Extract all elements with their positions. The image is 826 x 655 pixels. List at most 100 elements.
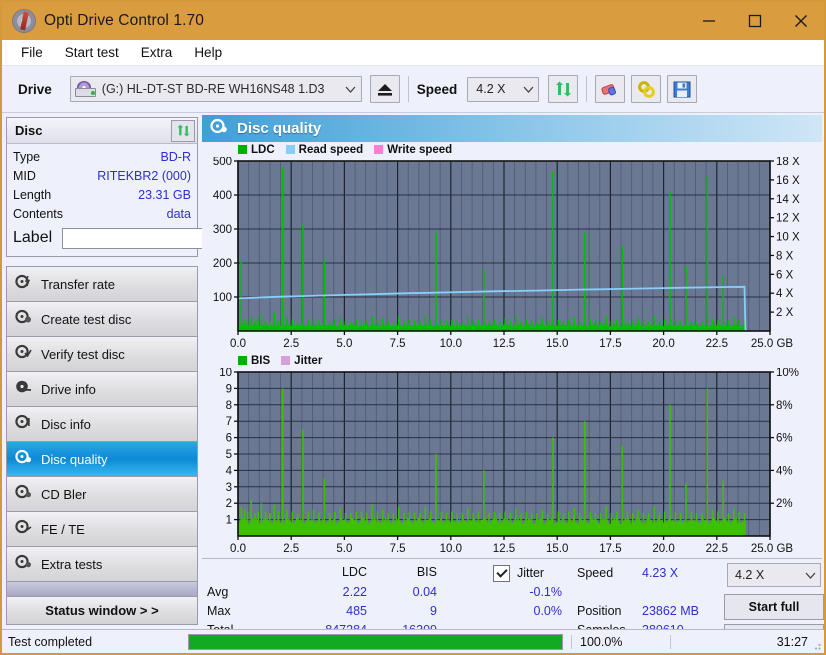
sidebar-label: FE / TE — [41, 522, 85, 537]
legend-top: LDC Read speed Write speed — [202, 142, 822, 157]
disc-bler-icon — [15, 484, 32, 504]
disc-info-icon — [15, 414, 32, 434]
stats-avg-ldc: 2.22 — [307, 585, 367, 599]
svg-text:10.0: 10.0 — [440, 543, 462, 555]
menu-extra[interactable]: Extra — [130, 43, 184, 62]
sidebar-label: Verify test disc — [41, 347, 125, 362]
speed-value: 4.2 X — [468, 82, 518, 96]
svg-text:5.0: 5.0 — [336, 543, 352, 555]
sidebar-item-cd-bler[interactable]: CD Bler — [7, 477, 197, 512]
disc-value-type: BD-R — [160, 150, 191, 164]
plot-ldc-readspeed[interactable]: 1002003004005002 X4 X6 X8 X10 X12 X14 X1… — [202, 157, 822, 353]
speed-select[interactable]: 4.2 X — [467, 77, 539, 102]
elapsed-time: 31:27 — [670, 635, 824, 649]
disc-key-contents: Contents — [13, 207, 63, 221]
svg-text:10 X: 10 X — [776, 232, 800, 244]
disc-transfer-icon — [15, 274, 32, 294]
svg-text:7.5: 7.5 — [390, 543, 406, 555]
erase-button[interactable] — [595, 75, 625, 103]
disc-fete-icon — [15, 519, 32, 539]
svg-text:1: 1 — [226, 515, 232, 527]
progress-percent: 100.0% — [571, 635, 670, 649]
eject-button[interactable] — [370, 75, 400, 103]
menu-start-test[interactable]: Start test — [54, 43, 130, 62]
speed-label: Speed — [417, 82, 458, 97]
legend-label-ldc: LDC — [251, 144, 275, 156]
chevron-down-icon — [800, 572, 820, 579]
sidebar-label: Extra tests — [41, 557, 102, 572]
svg-text:400: 400 — [213, 190, 232, 202]
chevron-down-icon — [518, 86, 538, 93]
svg-text:6: 6 — [226, 433, 232, 445]
legend-bottom: BIS Jitter — [202, 353, 822, 368]
legend-swatch-jitter — [281, 356, 290, 365]
minimize-button[interactable] — [686, 2, 732, 40]
sidebar-label: CD Bler — [41, 487, 87, 502]
disc-panel-title: Disc — [15, 123, 171, 138]
start-full-button[interactable]: Start full — [724, 594, 824, 620]
sidebar-item-create-test-disc[interactable]: Create test disc — [7, 302, 197, 337]
menu-file[interactable]: File — [10, 43, 54, 62]
svg-text:3: 3 — [226, 482, 232, 494]
disc-value-length: 23.31 GB — [138, 188, 191, 202]
svg-text:25.0 GB: 25.0 GB — [751, 338, 794, 350]
close-button[interactable] — [778, 2, 824, 40]
svg-text:0.0: 0.0 — [230, 543, 246, 555]
stats-max-bis: 9 — [377, 604, 437, 618]
app-icon — [12, 9, 36, 33]
charts-area: LDC Read speed Write speed 1002003004005… — [202, 142, 822, 558]
sidebar-item-fe-te[interactable]: FE / TE — [7, 512, 197, 547]
svg-text:4%: 4% — [776, 465, 793, 477]
svg-text:100: 100 — [213, 292, 232, 304]
stats-avg-bis: 0.04 — [377, 585, 437, 599]
disc-row-contents: Contents data — [13, 204, 191, 223]
plot-top-wrap: 1002003004005002 X4 X6 X8 X10 X12 X14 X1… — [202, 157, 822, 353]
disc-verify-icon — [15, 344, 32, 364]
sidebar-label: Create test disc — [41, 312, 131, 327]
settings-button[interactable] — [631, 75, 661, 103]
svg-text:300: 300 — [213, 224, 232, 236]
status-window-label: Status window > > — [45, 603, 158, 618]
svg-text:12.5: 12.5 — [493, 338, 515, 350]
disc-value-mid: RITEKBR2 (000) — [97, 169, 191, 183]
legend-ldc: LDC — [238, 144, 275, 156]
title-bar: Opti Drive Control 1.70 — [2, 2, 824, 40]
sidebar-item-disc-quality[interactable]: Disc quality — [7, 442, 197, 477]
menu-help[interactable]: Help — [183, 43, 233, 62]
refresh-speed-button[interactable] — [548, 75, 578, 103]
sidebar-label: Drive info — [41, 382, 96, 397]
svg-text:8%: 8% — [776, 400, 793, 412]
disc-create-icon — [15, 309, 32, 329]
resize-grip-icon — [811, 640, 821, 650]
sidebar-item-transfer-rate[interactable]: Transfer rate — [7, 267, 197, 302]
disc-row-type: Type BD-R — [13, 147, 191, 166]
maximize-button[interactable] — [732, 2, 778, 40]
svg-text:17.5: 17.5 — [599, 543, 621, 555]
jitter-checkbox[interactable] — [493, 565, 510, 582]
legend-swatch-ldc — [238, 145, 247, 154]
test-speed-value: 4.2 X — [728, 568, 800, 582]
disc-refresh-button[interactable] — [171, 120, 195, 142]
disc-info-panel: Type BD-R MID RITEKBR2 (000) Length 23.3… — [6, 143, 198, 257]
sidebar-item-drive-info[interactable]: Drive info — [7, 372, 197, 407]
status-window-button[interactable]: Status window > > — [6, 597, 198, 625]
sidebar-item-disc-info[interactable]: Disc info — [7, 407, 197, 442]
plot-bis-jitter[interactable]: 123456789102%4%6%8%10%0.02.55.07.510.012… — [202, 368, 822, 558]
start-full-label: Start full — [749, 600, 800, 614]
sidebar-label: Disc info — [41, 417, 91, 432]
legend-jitter: Jitter — [281, 355, 322, 367]
save-button[interactable] — [667, 75, 697, 103]
stats-max-ldc: 485 — [307, 604, 367, 618]
drive-select[interactable]: (G:) HL-DT-ST BD-RE WH16NS48 1.D3 — [70, 76, 362, 102]
svg-text:2.5: 2.5 — [283, 543, 299, 555]
window-controls — [686, 2, 824, 40]
disc-extra-icon — [15, 554, 32, 574]
test-speed-select[interactable]: 4.2 X — [727, 563, 821, 587]
disc-key-mid: MID — [13, 169, 36, 183]
drive-label: Drive — [18, 82, 52, 97]
sidebar-item-extra-tests[interactable]: Extra tests — [7, 547, 197, 582]
disc-key-type: Type — [13, 150, 40, 164]
sidebar-item-verify-test-disc[interactable]: Verify test disc — [7, 337, 197, 372]
stats-col-bis: BIS — [377, 565, 437, 579]
svg-text:2%: 2% — [776, 498, 793, 510]
